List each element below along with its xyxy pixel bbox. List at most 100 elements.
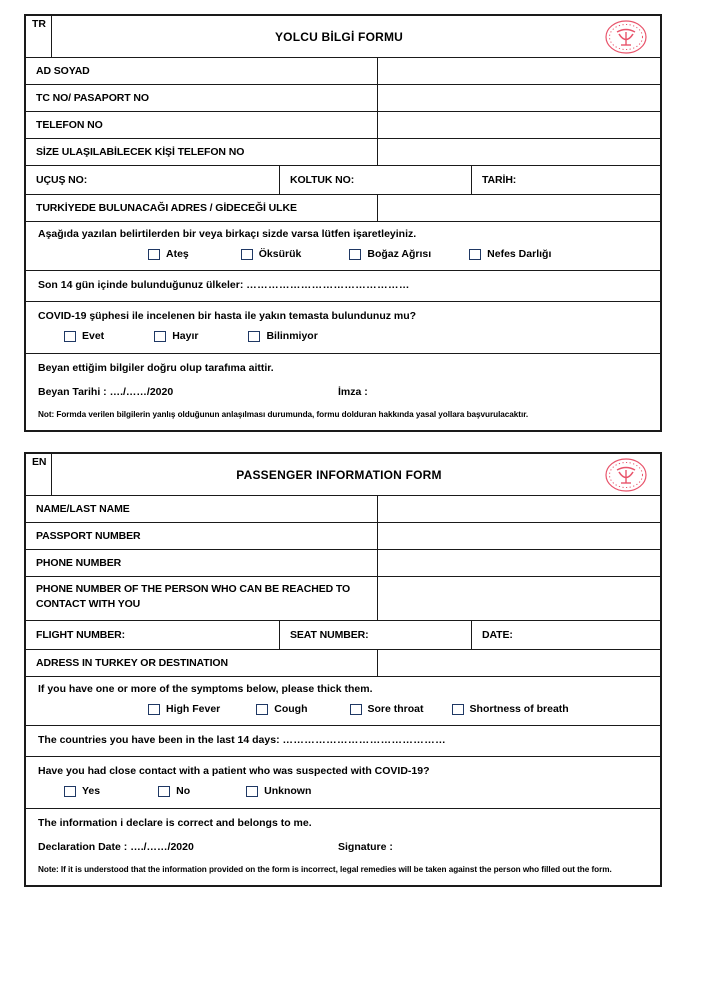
en-contact-option-yes[interactable]: Yes <box>64 785 100 797</box>
en-declaration-note: Note: If it is understood that the infor… <box>38 865 612 874</box>
tr-symptom-option-oksuruk[interactable]: Öksürük <box>240 248 302 260</box>
tr-field-value[interactable] <box>378 139 660 165</box>
tr-address-value[interactable] <box>378 195 660 221</box>
tr-symptom-option-bogaz-agrisi[interactable]: Boğaz Ağrısı <box>349 248 431 260</box>
checkbox-icon[interactable] <box>469 248 482 260</box>
en-contact-question-prompt: Have you had close contact with a patien… <box>38 765 430 777</box>
en-symptom-label: Sore throat <box>367 703 424 715</box>
tr-contact-options: Evet Hayır Bilinmiyor <box>38 330 650 342</box>
tr-countries-row: Son 14 gün içinde bulunduğunuz ülkeler: … <box>26 271 660 302</box>
tr-field-value[interactable] <box>378 58 660 84</box>
en-field-label: NAME/LAST NAME <box>26 496 378 522</box>
tr-field-row: SİZE ULAŞILABİLECEK KİŞİ TELEFON NO <box>26 139 660 166</box>
tr-contact-option-bilinmiyor[interactable]: Bilinmiyor <box>248 330 318 342</box>
en-date-label[interactable]: DATE: <box>472 621 660 649</box>
en-form-title-cell: PASSENGER INFORMATION FORM <box>52 454 660 495</box>
tr-field-row: AD SOYAD <box>26 58 660 85</box>
checkbox-icon[interactable] <box>148 248 160 260</box>
checkbox-icon[interactable] <box>246 785 259 797</box>
tr-declaration-note: Not: Formda verilen bilgilerin yanlış ol… <box>38 410 529 419</box>
en-symptom-option-cough[interactable]: Cough <box>256 703 308 715</box>
en-language-tag: EN <box>26 454 52 495</box>
checkbox-icon[interactable] <box>451 703 464 715</box>
tr-field-value[interactable] <box>378 85 660 111</box>
en-contact-option-no[interactable]: No <box>158 785 190 797</box>
en-symptoms-row: If you have one or more of the symptoms … <box>26 677 660 726</box>
tr-countries-dots[interactable]: ……………………………………… <box>246 279 410 291</box>
tr-address-row: TURKİYEDE BULUNACAĞI ADRES / GİDECEĞİ UL… <box>26 195 660 222</box>
en-field-value[interactable] <box>378 496 660 522</box>
tr-declaration-signature-line: Beyan Tarihi : …./……/2020 İmza : <box>38 386 650 398</box>
checkbox-icon[interactable] <box>148 703 160 715</box>
en-field-label: PASSPORT NUMBER <box>26 523 378 549</box>
en-field-row: PHONE NUMBER <box>26 550 660 577</box>
en-declaration-date[interactable]: Declaration Date : …./……/2020 <box>38 841 338 853</box>
tr-flight-number-label[interactable]: UÇUŞ NO: <box>26 166 280 194</box>
en-symptom-option-high-fever[interactable]: High Fever <box>148 703 220 715</box>
tr-title-row: TR YOLCU BİLGİ FORMU <box>26 16 660 58</box>
tr-field-row: TC NO/ PASAPORT NO <box>26 85 660 112</box>
en-signature-label[interactable]: Signature : <box>338 841 393 853</box>
tr-contact-option-hayir[interactable]: Hayır <box>154 330 198 342</box>
en-countries-label: The countries you have been in the last … <box>38 734 280 746</box>
en-symptom-options: High Fever Cough Sore throat Shortness o… <box>38 703 650 715</box>
checkbox-icon[interactable] <box>349 248 362 260</box>
en-field-row: PASSPORT NUMBER <box>26 523 660 550</box>
tr-signature-label[interactable]: İmza : <box>338 386 368 398</box>
tr-field-label: AD SOYAD <box>26 58 378 84</box>
checkbox-icon[interactable] <box>158 785 171 797</box>
en-declaration-signature-line: Declaration Date : …./……/2020 Signature … <box>38 841 650 853</box>
en-symptom-option-sore-throat[interactable]: Sore throat <box>349 703 424 715</box>
tr-contact-question-cell: COVID-19 şüphesi ile incelenen bir hasta… <box>26 302 660 353</box>
tr-field-row: TELEFON NO <box>26 112 660 139</box>
en-symptom-option-shortness-of-breath[interactable]: Shortness of breath <box>451 703 569 715</box>
tr-symptoms-prompt: Aşağıda yazılan belirtilerden bir veya b… <box>38 228 417 240</box>
en-declaration-statement: The information i declare is correct and… <box>38 817 312 829</box>
document-page: TR YOLCU BİLGİ FORMU AD SOYAD TC NO/ PAS… <box>0 0 720 1002</box>
en-declaration-row: The information i declare is correct and… <box>26 809 660 885</box>
tr-countries-cell: Son 14 gün içinde bulunduğunuz ülkeler: … <box>26 271 660 301</box>
tr-contact-option-evet[interactable]: Evet <box>64 330 104 342</box>
tr-field-value[interactable] <box>378 112 660 138</box>
en-countries-row: The countries you have been in the last … <box>26 726 660 757</box>
tr-symptom-option-ates[interactable]: Ateş <box>148 248 189 260</box>
en-seat-number-label[interactable]: SEAT NUMBER: <box>280 621 472 649</box>
tr-declaration-date[interactable]: Beyan Tarihi : …./……/2020 <box>38 386 338 398</box>
en-contact-question-row: Have you had close contact with a patien… <box>26 757 660 809</box>
tr-declaration-statement: Beyan ettiğim bilgiler doğru olup tarafı… <box>38 362 274 374</box>
en-contact-phone-value[interactable] <box>378 577 660 620</box>
tr-field-label: TC NO/ PASAPORT NO <box>26 85 378 111</box>
checkbox-icon[interactable] <box>256 703 269 715</box>
en-symptom-label: Cough <box>274 703 308 715</box>
tr-flight-row: UÇUŞ NO: KOLTUK NO: TARİH: <box>26 166 660 195</box>
tr-seat-number-label[interactable]: KOLTUK NO: <box>280 166 472 194</box>
tr-symptom-option-nefes-darligi[interactable]: Nefes Darlığı <box>469 248 551 260</box>
checkbox-icon[interactable] <box>349 703 362 715</box>
en-address-value[interactable] <box>378 650 660 676</box>
ministry-of-health-emblem-icon <box>604 18 648 56</box>
en-symptom-label: High Fever <box>166 703 221 715</box>
en-contact-options: Yes No Unknown <box>38 785 650 797</box>
tr-symptoms-cell: Aşağıda yazılan belirtilerden bir veya b… <box>26 222 660 270</box>
en-countries-dots[interactable]: ……………………………………… <box>283 734 447 746</box>
tr-declaration-cell: Beyan ettiğim bilgiler doğru olup tarafı… <box>26 354 660 430</box>
tr-contact-label: Bilinmiyor <box>266 330 318 342</box>
en-contact-option-unknown[interactable]: Unknown <box>246 785 311 797</box>
en-field-value[interactable] <box>378 550 660 576</box>
checkbox-icon[interactable] <box>248 330 261 342</box>
en-field-value[interactable] <box>378 523 660 549</box>
tr-form-title: YOLCU BİLGİ FORMU <box>274 29 404 44</box>
checkbox-icon[interactable] <box>64 330 76 342</box>
tr-address-label: TURKİYEDE BULUNACAĞI ADRES / GİDECEĞİ UL… <box>26 195 378 221</box>
tr-contact-label: Hayır <box>172 330 199 342</box>
en-flight-number-label[interactable]: FLIGHT NUMBER: <box>26 621 280 649</box>
checkbox-icon[interactable] <box>240 248 253 260</box>
tr-date-label[interactable]: TARİH: <box>472 166 660 194</box>
english-form-block: EN PASSENGER INFORMATION FORM NAME/LAST … <box>24 452 662 887</box>
en-form-title: PASSENGER INFORMATION FORM <box>236 467 442 482</box>
tr-symptom-label: Öksürük <box>258 248 302 260</box>
checkbox-icon[interactable] <box>64 785 76 797</box>
tr-contact-question-prompt: COVID-19 şüphesi ile incelenen bir hasta… <box>38 310 417 322</box>
tr-symptom-label: Boğaz Ağrısı <box>367 248 432 260</box>
checkbox-icon[interactable] <box>154 330 167 342</box>
